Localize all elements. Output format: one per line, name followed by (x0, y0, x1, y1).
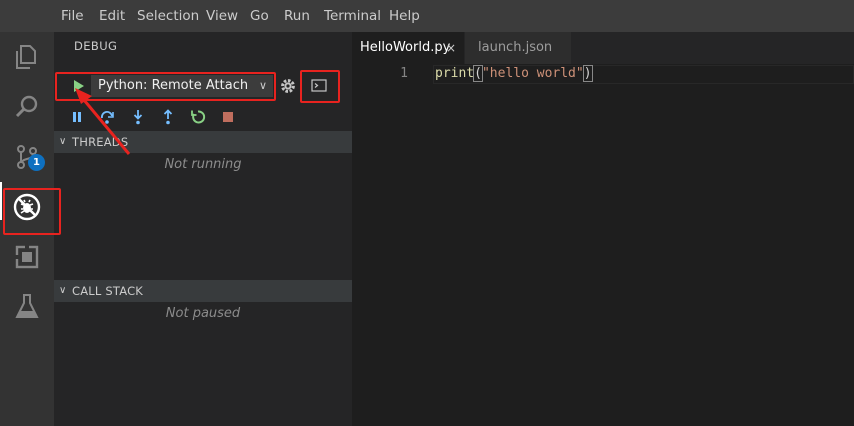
menu-bar: File Edit Selection View Go Run Terminal… (0, 0, 854, 32)
code-paren-open: ( (473, 65, 483, 82)
start-debugging-button[interactable] (71, 77, 87, 95)
search-icon (15, 95, 38, 118)
debug-sidebar: DEBUG Python: Remote Attach ∨ ∨ THREADS … (54, 32, 352, 426)
menu-run[interactable]: Run (284, 0, 310, 32)
menu-go[interactable]: Go (250, 0, 269, 32)
gear-icon (281, 79, 295, 93)
play-icon (74, 80, 84, 92)
step-out-button[interactable] (159, 107, 177, 127)
extensions-icon (15, 245, 39, 269)
code-function: print (435, 66, 475, 81)
step-over-icon (101, 111, 114, 124)
open-launch-json-button[interactable] (279, 77, 297, 95)
code-paren-close: ) (582, 65, 593, 82)
activity-bar: 1 (0, 32, 54, 426)
test-flask-icon (15, 294, 39, 318)
menu-help[interactable]: Help (389, 0, 420, 32)
chevron-down-icon: ∨ (258, 79, 267, 92)
threads-message: Not running (164, 157, 242, 172)
debug-config-select[interactable]: Python: Remote Attach ∨ (91, 75, 273, 97)
sidebar-title: DEBUG (74, 39, 118, 53)
files-icon (16, 45, 36, 69)
vscode-window: File Edit Selection View Go Run Terminal… (0, 0, 854, 426)
callstack-section-header[interactable]: ∨ CALL STACK (54, 280, 352, 302)
line-number: 1 (400, 66, 408, 81)
menu-selection[interactable]: Selection (137, 0, 199, 32)
stop-icon (223, 112, 233, 122)
text-cursor (591, 66, 593, 81)
callstack-message: Not paused (165, 306, 241, 321)
code-line[interactable]: print("hello world") (435, 65, 593, 82)
chevron-down-icon: ∨ (59, 136, 67, 147)
debug-console-icon (311, 79, 327, 92)
test-button[interactable] (0, 282, 54, 332)
menu-terminal[interactable]: Terminal (324, 0, 381, 32)
tab-helloworld-py[interactable]: HelloWorld.py × (352, 32, 464, 64)
step-over-button[interactable] (98, 107, 116, 127)
tab-label: HelloWorld.py (360, 40, 451, 55)
threads-section-header[interactable]: ∨ THREADS (54, 131, 352, 153)
chevron-down-icon: ∨ (59, 285, 67, 296)
tab-launch-json[interactable]: launch.json (465, 32, 571, 64)
pause-icon (73, 112, 81, 122)
search-button[interactable] (0, 82, 54, 132)
step-into-icon (133, 110, 143, 125)
debug-config-value: Python: Remote Attach (98, 78, 249, 93)
menu-view[interactable]: View (206, 0, 238, 32)
scm-badge: 1 (28, 154, 45, 171)
extensions-button[interactable] (0, 232, 54, 282)
stop-button[interactable] (219, 107, 237, 127)
pause-button[interactable] (68, 107, 86, 127)
tab-label: launch.json (478, 40, 553, 55)
menu-edit[interactable]: Edit (99, 0, 125, 32)
code-string: "hello world" (481, 66, 584, 81)
code-editor[interactable]: 1 print("hello world") (352, 64, 854, 426)
close-icon[interactable]: × (446, 32, 456, 64)
menu-file[interactable]: File (61, 0, 84, 32)
threads-label: THREADS (72, 135, 129, 149)
step-out-icon (163, 109, 173, 125)
editor-tab-bar: HelloWorld.py × launch.json (352, 32, 854, 64)
debug-console-button[interactable] (308, 77, 330, 95)
source-control-button[interactable]: 1 (0, 132, 54, 182)
debug-icon (13, 193, 41, 221)
restart-icon (191, 110, 206, 124)
explorer-button[interactable] (0, 32, 54, 82)
restart-button[interactable] (189, 107, 207, 127)
callstack-label: CALL STACK (72, 284, 144, 298)
debug-button[interactable] (0, 182, 54, 232)
step-into-button[interactable] (129, 107, 147, 127)
